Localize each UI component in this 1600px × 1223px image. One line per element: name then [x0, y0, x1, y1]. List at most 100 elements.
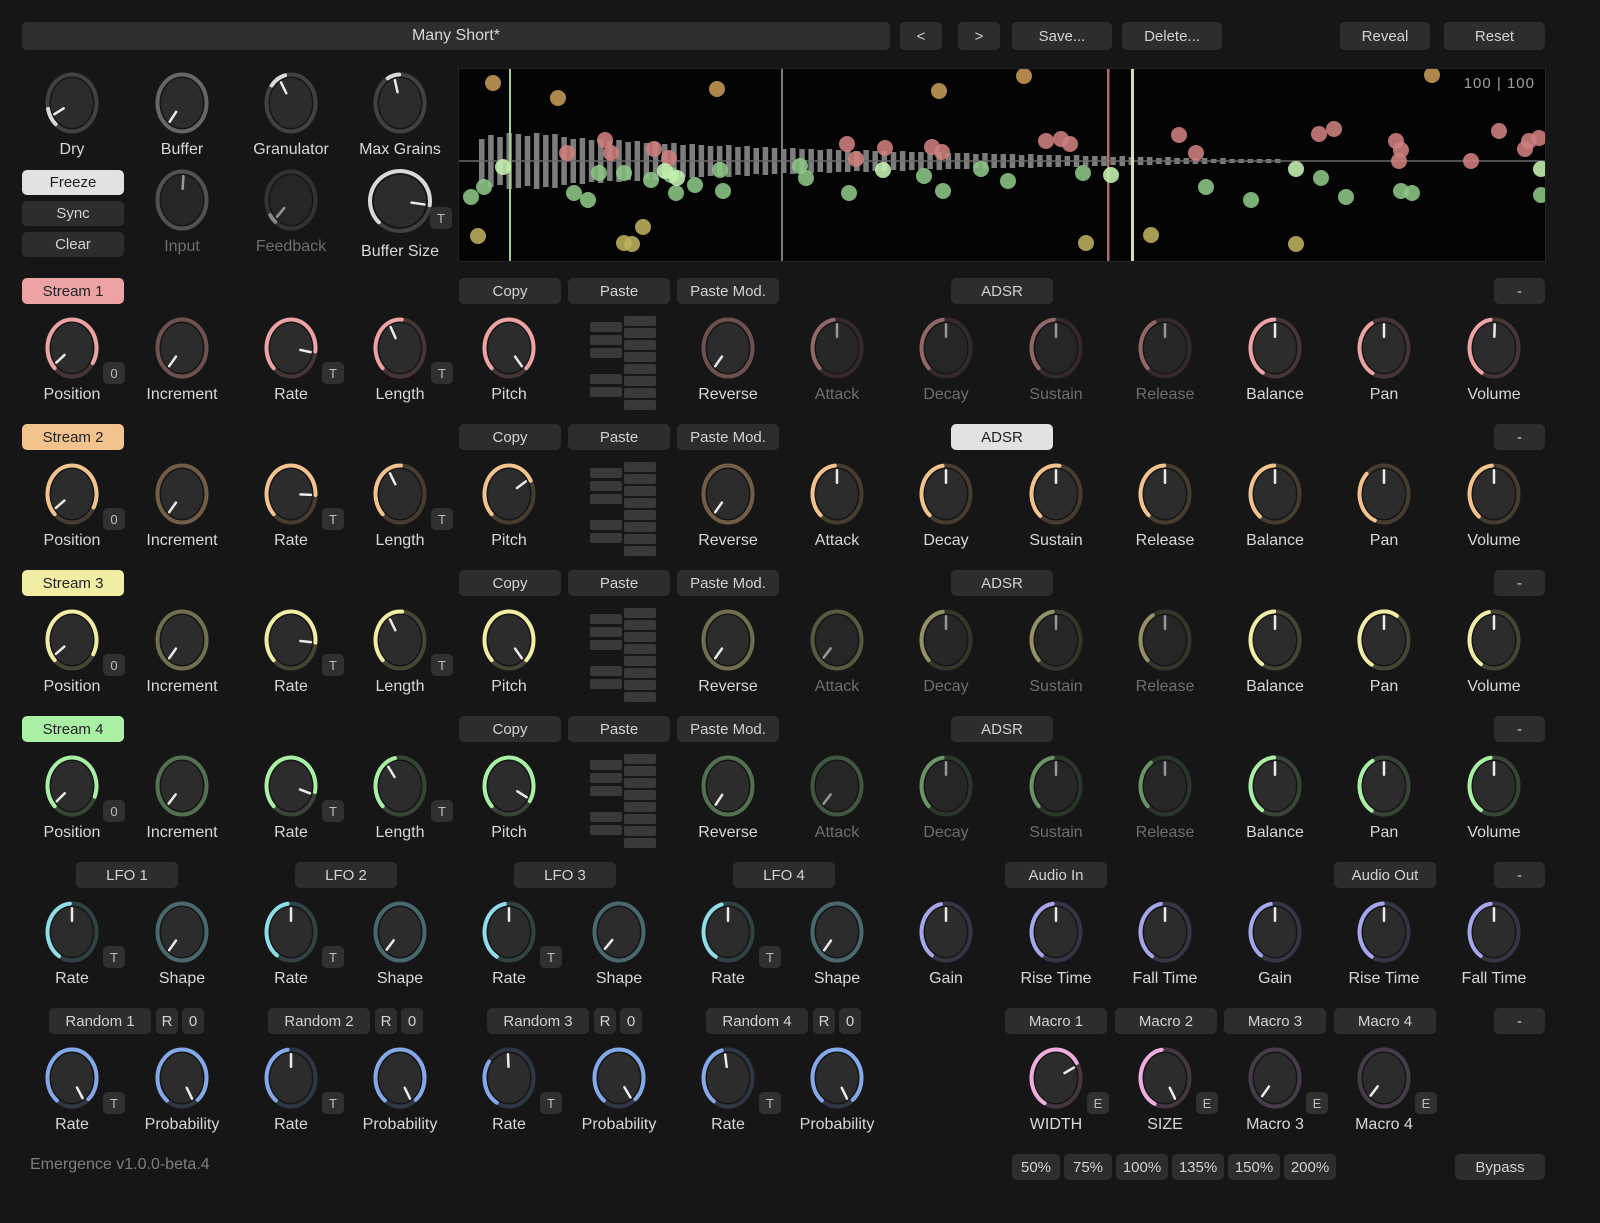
random-1-probability-knob[interactable]: Probability — [127, 1044, 237, 1134]
audio-in-gain-knob[interactable]: Gain — [891, 898, 1001, 988]
stream-1-paste-mod-button[interactable]: Paste Mod. — [677, 278, 779, 304]
random-4-randomize-button[interactable]: R — [813, 1008, 835, 1034]
stream-2-paste-mod-button[interactable]: Paste Mod. — [677, 424, 779, 450]
stream-3-pitch-keyboard-white-key[interactable] — [624, 680, 656, 690]
freeze-toggle-button[interactable]: Freeze — [22, 170, 124, 195]
lfo-4-rate-knob[interactable]: RateT — [673, 898, 783, 988]
stream-4-collapse-button[interactable]: - — [1494, 716, 1545, 742]
stream-3-pitch-keyboard-white-key[interactable] — [624, 608, 656, 618]
macro-3-button[interactable]: Macro 3 — [1224, 1008, 1326, 1034]
stream-1-pan-knob[interactable]: Pan — [1329, 314, 1439, 404]
stream-2-pitch-keyboard-white-key[interactable] — [624, 522, 656, 532]
clear-toggle-button[interactable]: Clear — [22, 232, 124, 257]
stream-2-pan-knob[interactable]: Pan — [1329, 460, 1439, 550]
stream-3-pitch-keyboard-black-key[interactable] — [590, 614, 622, 624]
lfo-4-button[interactable]: LFO 4 — [733, 862, 835, 888]
random-4-probability-knob[interactable]: Probability — [782, 1044, 892, 1134]
random-2-probability-knob[interactable]: Probability — [345, 1044, 455, 1134]
stream-2-pitch-keyboard-white-key[interactable] — [624, 510, 656, 520]
macro-3-knob-badge-e[interactable]: E — [1306, 1092, 1328, 1114]
stream-4-sustain-knob[interactable]: Sustain — [1001, 752, 1111, 842]
lfo-3-rate-knob-badge-t[interactable]: T — [540, 946, 562, 968]
stream-3-pitch-keyboard-black-key[interactable] — [590, 640, 622, 650]
stream-3-collapse-button[interactable]: - — [1494, 570, 1545, 596]
macro-2-button[interactable]: Macro 2 — [1115, 1008, 1217, 1034]
stream-4-pitch-keyboard-black-key[interactable] — [590, 786, 622, 796]
stream-3-pitch-keyboard-black-key[interactable] — [590, 627, 622, 637]
stream-3-copy-button[interactable]: Copy — [459, 570, 561, 596]
lfo-2-shape-knob[interactable]: Shape — [345, 898, 455, 988]
stream-4-balance-knob[interactable]: Balance — [1220, 752, 1330, 842]
lfo-4-rate-knob-badge-t[interactable]: T — [759, 946, 781, 968]
stream-4-length-knob[interactable]: LengthT — [345, 752, 455, 842]
save-button[interactable]: Save... — [1012, 22, 1112, 50]
delete-button[interactable]: Delete... — [1122, 22, 1222, 50]
random-3-rate-knob-badge-t[interactable]: T — [540, 1092, 562, 1114]
grain-display[interactable]: 100 | 100 — [458, 68, 1546, 262]
master-feedback-knob[interactable]: Feedback — [236, 166, 346, 256]
macro-width-knob-badge-e[interactable]: E — [1087, 1092, 1109, 1114]
stream-3-sustain-knob[interactable]: Sustain — [1001, 606, 1111, 696]
master-dry-knob[interactable]: Dry — [17, 69, 127, 159]
stream-2-collapse-button[interactable]: - — [1494, 424, 1545, 450]
macro-size-knob-badge-e[interactable]: E — [1196, 1092, 1218, 1114]
stream-3-pitch-keyboard-black-key[interactable] — [590, 666, 622, 676]
stream-1-pitch-keyboard-white-key[interactable] — [624, 328, 656, 338]
stream-3-pitch-keyboard-white-key[interactable] — [624, 644, 656, 654]
lfo-1-shape-knob[interactable]: Shape — [127, 898, 237, 988]
random-3-button[interactable]: Random 3 — [487, 1008, 589, 1034]
stream-2-attack-knob[interactable]: Attack — [782, 460, 892, 550]
stream-2-sustain-knob[interactable]: Sustain — [1001, 460, 1111, 550]
stream-3-length-knob[interactable]: LengthT — [345, 606, 455, 696]
master-buffer-size-knob[interactable]: Buffer SizeT — [345, 161, 455, 261]
stream-4-pitch-keyboard-black-key[interactable] — [590, 773, 622, 783]
master-granulator-knob[interactable]: Granulator — [236, 69, 346, 159]
stream-2-paste-button[interactable]: Paste — [568, 424, 670, 450]
stream-3-pitch-keyboard-black-key[interactable] — [590, 679, 622, 689]
stream-3-pitch-keyboard-white-key[interactable] — [624, 692, 656, 702]
stream-1-length-knob[interactable]: LengthT — [345, 314, 455, 404]
reset-button[interactable]: Reset — [1444, 22, 1545, 50]
macro-4-button[interactable]: Macro 4 — [1334, 1008, 1436, 1034]
stream-4-pitch-keyboard-white-key[interactable] — [624, 814, 656, 824]
random-1-value-button[interactable]: 0 — [182, 1008, 204, 1034]
stream-1-adsr-button[interactable]: ADSR — [951, 278, 1053, 304]
stream-2-balance-knob[interactable]: Balance — [1220, 460, 1330, 550]
stream-1-pitch-keyboard-black-key[interactable] — [590, 322, 622, 332]
stream-3-button[interactable]: Stream 3 — [22, 570, 124, 596]
audio-in-button[interactable]: Audio In — [1005, 862, 1107, 888]
stream-1-rate-knob-badge-t[interactable]: T — [322, 362, 344, 384]
random-4-value-button[interactable]: 0 — [839, 1008, 861, 1034]
random-4-rate-knob[interactable]: RateT — [673, 1044, 783, 1134]
audio-out-rise-time-knob[interactable]: Rise Time — [1329, 898, 1439, 988]
sync-toggle-button[interactable]: Sync — [22, 201, 124, 226]
stream-4-pan-knob[interactable]: Pan — [1329, 752, 1439, 842]
stream-1-pitch-keyboard-white-key[interactable] — [624, 316, 656, 326]
stream-4-increment-knob[interactable]: Increment — [127, 752, 237, 842]
stream-2-increment-knob[interactable]: Increment — [127, 460, 237, 550]
random-4-button[interactable]: Random 4 — [706, 1008, 808, 1034]
lfo-2-rate-knob[interactable]: RateT — [236, 898, 346, 988]
stream-3-rate-knob[interactable]: RateT — [236, 606, 346, 696]
zoom-100pct-button[interactable]: 100% — [1116, 1154, 1168, 1180]
stream-4-pitch-keyboard-black-key[interactable] — [590, 825, 622, 835]
stream-2-rate-knob[interactable]: RateT — [236, 460, 346, 550]
stream-4-pitch-keyboard-white-key[interactable] — [624, 802, 656, 812]
stream-3-reverse-knob[interactable]: Reverse — [673, 606, 783, 696]
lfo-1-rate-knob-badge-t[interactable]: T — [103, 946, 125, 968]
stream-1-sustain-knob[interactable]: Sustain — [1001, 314, 1111, 404]
stream-4-pitch-knob[interactable]: Pitch — [454, 752, 564, 842]
stream-3-position-knob[interactable]: Position0 — [17, 606, 127, 696]
stream-3-volume-knob[interactable]: Volume — [1439, 606, 1549, 696]
stream-2-pitch-keyboard-black-key[interactable] — [590, 468, 622, 478]
stream-1-paste-button[interactable]: Paste — [568, 278, 670, 304]
macro-1-button[interactable]: Macro 1 — [1005, 1008, 1107, 1034]
stream-2-pitch-knob[interactable]: Pitch — [454, 460, 564, 550]
stream-2-copy-button[interactable]: Copy — [459, 424, 561, 450]
stream-1-rate-knob[interactable]: RateT — [236, 314, 346, 404]
zoom-150pct-button[interactable]: 150% — [1228, 1154, 1280, 1180]
stream-2-length-knob-badge-t[interactable]: T — [431, 508, 453, 530]
stream-2-pitch-keyboard-white-key[interactable] — [624, 498, 656, 508]
random-1-button[interactable]: Random 1 — [49, 1008, 151, 1034]
audio-out-gain-knob[interactable]: Gain — [1220, 898, 1330, 988]
